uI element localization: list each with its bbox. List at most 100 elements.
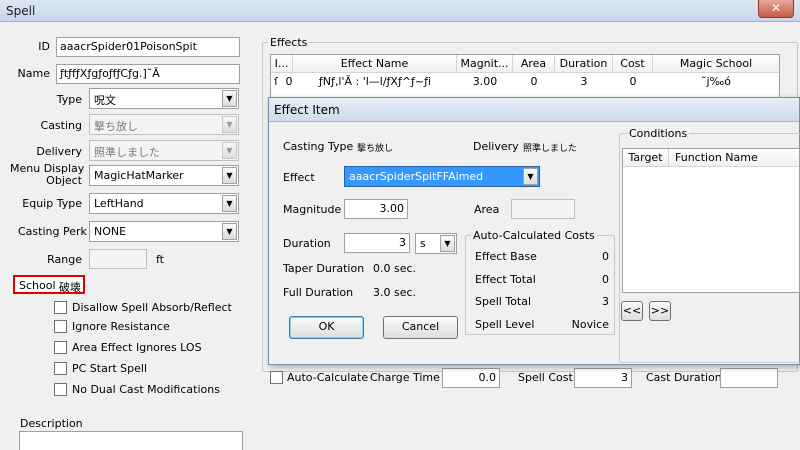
- col-magic-school[interactable]: Magic School: [653, 55, 779, 73]
- charge-time-field[interactable]: 0.0: [442, 368, 500, 388]
- range-field[interactable]: [89, 249, 147, 269]
- effect-base-value: 0: [602, 250, 609, 263]
- effect-total-label: Effect Total: [475, 273, 536, 286]
- range-label: Range: [47, 253, 82, 266]
- description-textarea[interactable]: [19, 431, 243, 450]
- duration-field[interactable]: 3: [344, 233, 410, 253]
- chevron-down-icon[interactable]: ▼: [222, 195, 237, 212]
- spell-level-label: Spell Level: [475, 318, 535, 331]
- delivery-dropdown[interactable]: 照準しました ▼: [89, 140, 239, 161]
- chevron-down-icon: ▼: [222, 116, 237, 133]
- magnitude-label: Magnitude: [283, 203, 342, 216]
- effect-label: Effect: [283, 171, 315, 184]
- school-field[interactable]: School 破壊: [13, 275, 85, 294]
- pc-start-spell-label: PC Start Spell: [72, 362, 148, 375]
- col-cost[interactable]: Cost: [613, 55, 653, 73]
- casting-perk-dropdown[interactable]: NONE ▼: [89, 221, 239, 242]
- col-index[interactable]: I...: [271, 55, 293, 73]
- effect-dropdown[interactable]: aaacrSpiderSpitFFAimed ▼: [344, 166, 540, 187]
- full-duration-value: 3.0 sec.: [373, 286, 417, 299]
- name-field[interactable]: ƒtƒfƒXƒgƒoƒfƒCƒg.]˜Ā: [56, 64, 240, 84]
- window-title-bar[interactable]: [0, 0, 800, 22]
- duration-label: Duration: [283, 237, 331, 250]
- dialog-title-bar[interactable]: Effect Item: [269, 98, 799, 122]
- chevron-down-icon[interactable]: ▼: [523, 168, 538, 185]
- menu-display-label: Menu Display Object: [10, 163, 84, 187]
- range-unit: ft: [156, 253, 164, 266]
- auto-calculate-checkbox[interactable]: [270, 371, 283, 384]
- area-effect-los-label: Area Effect Ignores LOS: [72, 341, 202, 354]
- effects-group-label: Effects: [268, 36, 310, 49]
- casting-perk-value: NONE: [94, 225, 127, 238]
- dialog-title: Effect Item: [274, 103, 340, 117]
- conditions-table[interactable]: Target Function Name: [622, 148, 800, 293]
- col-area[interactable]: Area: [513, 55, 555, 73]
- next-button[interactable]: >>: [649, 301, 671, 321]
- equip-type-dropdown[interactable]: LeftHand ▼: [89, 193, 239, 214]
- chevron-down-icon[interactable]: ▼: [222, 167, 237, 184]
- chevron-down-icon[interactable]: ▼: [440, 235, 455, 252]
- casting-value: 撃ち放し: [94, 120, 138, 133]
- casting-dropdown[interactable]: 撃ち放し ▼: [89, 114, 239, 135]
- delivery-value: 照準しました: [94, 146, 160, 159]
- col-duration[interactable]: Duration: [555, 55, 613, 73]
- ok-button[interactable]: OK: [289, 316, 364, 339]
- cast-duration-field[interactable]: [720, 368, 778, 388]
- description-label: Description: [20, 417, 83, 430]
- id-label: ID: [38, 40, 50, 53]
- chevron-down-icon[interactable]: ▼: [222, 223, 237, 240]
- col-function-name[interactable]: Function Name: [669, 149, 799, 167]
- chevron-down-icon[interactable]: ▼: [222, 90, 237, 107]
- menu-display-dropdown[interactable]: MagicHatMarker ▼: [89, 165, 239, 186]
- spell-level-value: Novice: [571, 318, 609, 331]
- magnitude-field[interactable]: 3.00: [344, 199, 408, 219]
- row-area: 0: [530, 75, 538, 88]
- effects-table[interactable]: I... Effect Name Magnit... Area Duration…: [270, 54, 780, 98]
- spell-total-value: 3: [602, 295, 609, 308]
- effect-base-label: Effect Base: [475, 250, 537, 263]
- auto-calculated-costs-label: Auto-Calculated Costs: [471, 229, 597, 242]
- casting-type-value: 撃ち放し: [357, 144, 394, 154]
- type-dropdown[interactable]: 呪文 ▼: [89, 88, 239, 109]
- area-effect-los-checkbox[interactable]: [54, 341, 67, 354]
- full-duration-label: Full Duration: [283, 286, 354, 299]
- spell-cost-field[interactable]: 3: [574, 368, 632, 388]
- no-dual-cast-label: No Dual Cast Modifications: [72, 383, 220, 396]
- menu-display-label-line2: Object: [46, 174, 82, 187]
- disallow-absorb-label: Disallow Spell Absorb/Reflect: [72, 301, 232, 314]
- effect-total-value: 0: [602, 273, 609, 286]
- taper-duration-label: Taper Duration: [283, 262, 365, 275]
- area-field[interactable]: [511, 199, 575, 219]
- dialog-delivery-label: Delivery: [473, 140, 519, 153]
- row-magic-school: ˜j‰ó: [700, 75, 732, 88]
- pc-start-spell-checkbox[interactable]: [54, 362, 67, 375]
- ignore-resistance-checkbox[interactable]: [54, 320, 67, 333]
- equip-type-value: LeftHand: [94, 197, 144, 210]
- disallow-absorb-checkbox[interactable]: [54, 301, 67, 314]
- no-dual-cast-checkbox[interactable]: [54, 383, 67, 396]
- col-target[interactable]: Target: [623, 149, 669, 167]
- row-magnitude: 3.00: [472, 75, 498, 88]
- col-effect-name[interactable]: Effect Name: [293, 55, 457, 73]
- row-duration: 3: [580, 75, 588, 88]
- spell-cost-label: Spell Cost: [518, 371, 573, 384]
- casting-perk-label: Casting Perk: [18, 225, 87, 238]
- col-magnitude[interactable]: Magnit...: [457, 55, 513, 73]
- effect-item-dialog[interactable]: Effect Item Casting Type 撃ち放し Delivery 照…: [268, 97, 800, 365]
- casting-type-label: Casting Type: [283, 140, 354, 153]
- cancel-button[interactable]: Cancel: [383, 316, 458, 339]
- chevron-down-icon: ▼: [222, 142, 237, 159]
- window-title: Spell: [6, 4, 36, 18]
- row-effect-name: ƒNƒ‚l'Ā : 'l—l/ƒXƒ^ƒ~ƒi: [318, 75, 432, 88]
- name-label: Name: [17, 67, 50, 80]
- row-cost: 0: [629, 75, 637, 88]
- delivery-label: Delivery: [36, 145, 82, 158]
- close-button[interactable]: ✕: [758, 0, 794, 18]
- id-field[interactable]: aaacrSpider01PoisonSpit: [56, 37, 240, 57]
- table-row[interactable]: ſ 0 ƒNƒ‚l'Ā : 'l—l/ƒXƒ^ƒ~ƒi 3.00 0 3 0 ˜…: [271, 73, 779, 91]
- auto-calculate-label: Auto-Calculate: [287, 371, 369, 384]
- prev-button[interactable]: <<: [621, 301, 643, 321]
- area-label: Area: [474, 203, 500, 216]
- effect-value: aaacrSpiderSpitFFAimed: [349, 170, 484, 183]
- duration-unit-dropdown[interactable]: s ▼: [415, 233, 457, 254]
